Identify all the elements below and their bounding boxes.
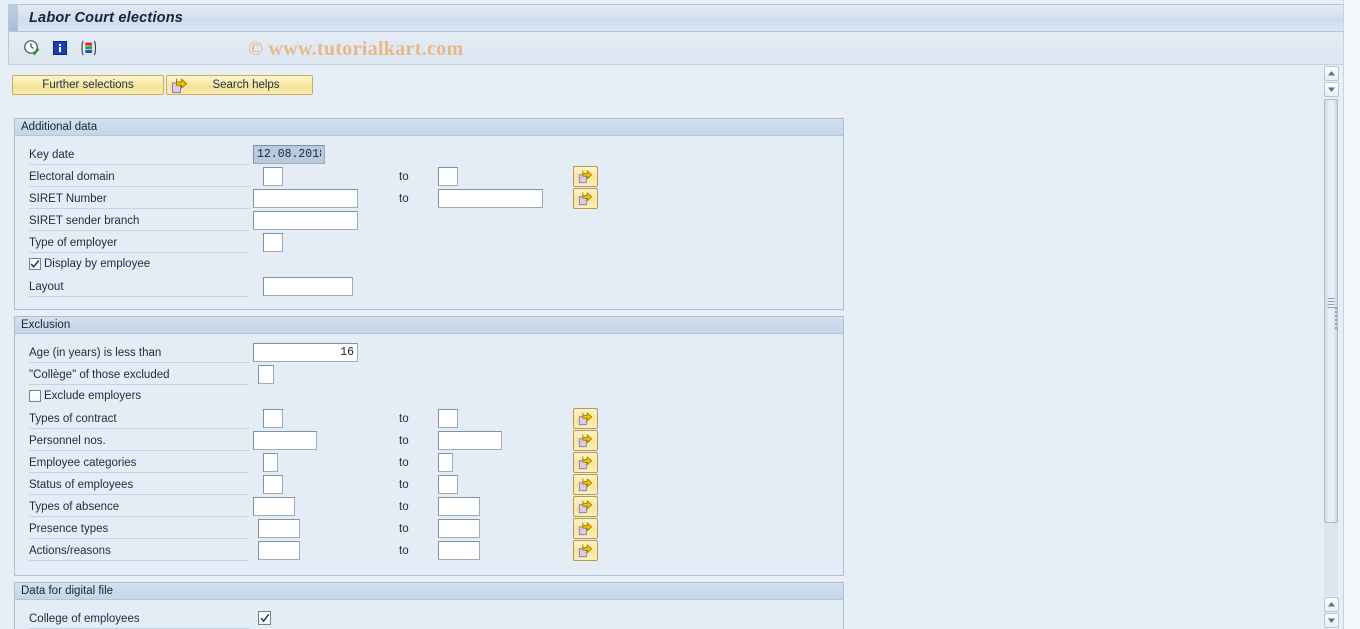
label-to-employee-categories: to <box>399 457 409 469</box>
multi-select-presence-types-button[interactable] <box>573 518 598 539</box>
label-college-of-those-excluded: "Collège" of those excluded <box>29 369 170 381</box>
multi-select-actions-reasons-button[interactable] <box>573 540 598 561</box>
input-type-of-employer[interactable] <box>263 233 283 252</box>
scroll-up-arrow-bottom-icon[interactable] <box>1324 597 1339 612</box>
label-to-personnel-nos: to <box>399 435 409 447</box>
label-presence-types: Presence types <box>29 523 109 535</box>
page-title: Labor Court elections <box>29 10 184 26</box>
checkbox-college-of-employees[interactable] <box>258 611 271 625</box>
multi-select-types-of-absence-button[interactable] <box>573 496 598 517</box>
checkbox-exclude-employers-label: Exclude employers <box>44 390 142 402</box>
input-employee-categories-from[interactable] <box>263 453 278 472</box>
further-selections-label: Further selections <box>42 79 134 91</box>
information-icon[interactable] <box>49 38 71 58</box>
input-personnel-nos-from[interactable] <box>253 431 317 450</box>
checkbox-exclude-employers-box <box>29 390 41 402</box>
checkbox-display-by-employee-label: Display by employee <box>44 258 151 270</box>
group-data-for-digital-file: Data for digital file College of employe… <box>14 582 844 629</box>
selection-screen-scrollbar[interactable] <box>1323 66 1339 629</box>
label-layout: Layout <box>29 281 64 293</box>
input-types-of-contract-to[interactable] <box>438 409 458 428</box>
input-layout[interactable] <box>263 277 353 296</box>
multi-select-siret-number-button[interactable] <box>573 188 598 209</box>
execute-clock-icon[interactable] <box>21 38 43 58</box>
label-status-of-employees: Status of employees <box>29 479 134 491</box>
label-types-of-absence: Types of absence <box>29 501 120 513</box>
input-college-of-those-excluded[interactable] <box>258 365 274 384</box>
search-helps-label: Search helps <box>212 79 280 91</box>
label-to-types-of-contract: to <box>399 413 409 425</box>
group-data-for-digital-file-body: College of employees <box>15 600 843 629</box>
multi-select-employee-categories-button[interactable] <box>573 452 598 473</box>
checkbox-exclude-employers[interactable]: Exclude employers <box>29 386 141 406</box>
group-exclusion: Exclusion Age (in years) is less than "C… <box>14 316 844 576</box>
scroll-up-arrow-icon[interactable] <box>1324 66 1339 81</box>
group-additional-data-body: Key date Electoral domain to <box>15 136 843 310</box>
multi-select-personnel-nos-button[interactable] <box>573 430 598 451</box>
input-types-of-absence-from[interactable] <box>253 497 295 516</box>
label-electoral-domain: Electoral domain <box>29 171 115 183</box>
input-siret-number-to[interactable] <box>438 189 543 208</box>
input-presence-types-from[interactable] <box>258 519 300 538</box>
label-type-of-employer: Type of employer <box>29 237 118 249</box>
search-helps-button[interactable]: Search helps <box>166 75 313 95</box>
label-to-electoral-domain: to <box>399 171 409 183</box>
group-additional-data-title: Additional data <box>15 119 843 136</box>
multi-select-types-of-contract-button[interactable] <box>573 408 598 429</box>
label-to-types-of-absence: to <box>399 501 409 513</box>
input-employee-categories-to[interactable] <box>438 453 453 472</box>
group-exclusion-body: Age (in years) is less than "Collège" of… <box>15 334 843 576</box>
input-status-of-employees-to[interactable] <box>438 475 458 494</box>
window-scrollbar[interactable] <box>1343 0 1360 629</box>
input-actions-reasons-to[interactable] <box>438 541 480 560</box>
scroll-down-arrow-icon[interactable] <box>1324 82 1339 97</box>
selection-button-row: Further selections Search helps <box>8 66 1328 96</box>
label-to-siret-number: to <box>399 193 409 205</box>
group-exclusion-title: Exclusion <box>15 317 843 334</box>
group-data-for-digital-file-title: Data for digital file <box>15 583 843 600</box>
input-age-less-than[interactable] <box>253 343 358 362</box>
multi-select-electoral-domain-button[interactable] <box>573 166 598 187</box>
label-college-of-employees: College of employees <box>29 613 140 625</box>
scroll-down-arrow-bottom-icon[interactable] <box>1324 613 1339 628</box>
label-actions-reasons: Actions/reasons <box>29 545 111 557</box>
label-to-status-of-employees: to <box>399 479 409 491</box>
sap-window: Labor Court elections © www.tutorialkart… <box>0 0 1360 629</box>
input-status-of-employees-from[interactable] <box>263 475 283 494</box>
input-siret-number-from[interactable] <box>253 189 358 208</box>
variant-bars-icon[interactable] <box>77 38 99 58</box>
input-presence-types-to[interactable] <box>438 519 480 538</box>
label-to-actions-reasons: to <box>399 545 409 557</box>
multi-select-status-of-employees-button[interactable] <box>573 474 598 495</box>
window-title-bar: Labor Court elections <box>8 4 1352 32</box>
title-accent-bar <box>9 5 18 31</box>
input-types-of-contract-from[interactable] <box>263 409 283 428</box>
label-personnel-nos: Personnel nos. <box>29 435 106 447</box>
input-key-date[interactable] <box>253 145 325 164</box>
checkbox-display-by-employee[interactable]: Display by employee <box>29 254 150 274</box>
selection-screen-canvas: Additional data Key date Electoral domai… <box>8 96 1328 629</box>
splitter-resize-grip-icon[interactable] <box>1334 306 1341 329</box>
label-age-less-than: Age (in years) is less than <box>29 347 162 359</box>
input-siret-sender-branch[interactable] <box>253 211 358 230</box>
search-helps-arrow-icon <box>171 77 188 94</box>
label-employee-categories: Employee categories <box>29 457 137 469</box>
input-actions-reasons-from[interactable] <box>258 541 300 560</box>
checkbox-display-by-employee-box <box>29 258 41 270</box>
label-to-presence-types: to <box>399 523 409 535</box>
input-electoral-domain-to[interactable] <box>438 167 458 186</box>
group-additional-data: Additional data Key date Electoral domai… <box>14 118 844 310</box>
input-personnel-nos-to[interactable] <box>438 431 502 450</box>
label-types-of-contract: Types of contract <box>29 413 117 425</box>
input-types-of-absence-to[interactable] <box>438 497 480 516</box>
application-toolbar <box>8 32 1352 65</box>
input-electoral-domain-from[interactable] <box>263 167 283 186</box>
label-key-date: Key date <box>29 149 75 161</box>
label-siret-sender-branch: SIRET sender branch <box>29 215 140 227</box>
label-siret-number: SIRET Number <box>29 193 107 205</box>
further-selections-button[interactable]: Further selections <box>12 75 164 95</box>
